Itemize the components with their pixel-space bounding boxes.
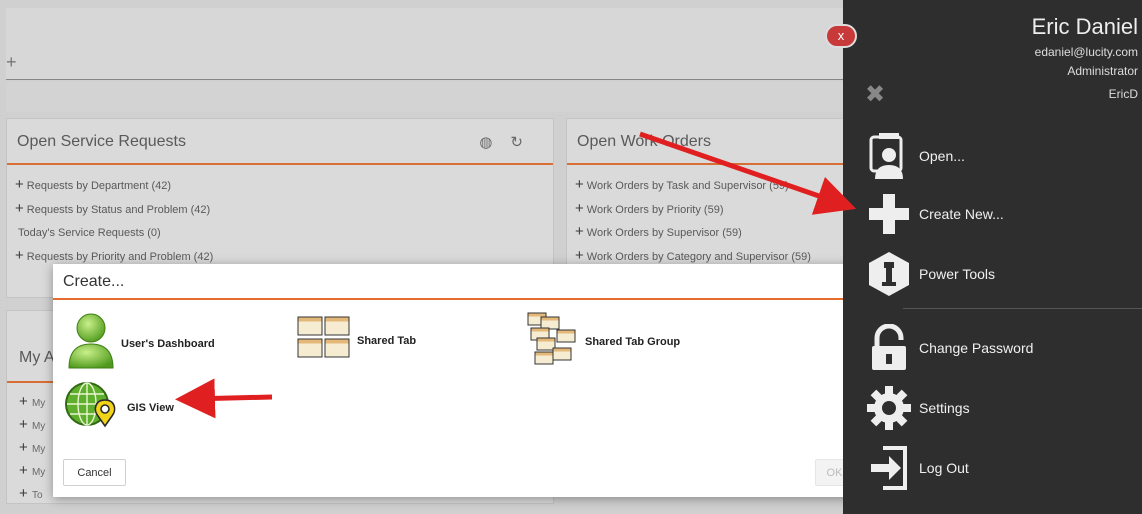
menu-divider [903, 308, 1142, 309]
shared-tab-group-option[interactable]: Shared Tab Group [527, 312, 680, 371]
menu-item-label: Log Out [919, 460, 969, 476]
option-label: User's Dashboard [121, 337, 215, 350]
menu-item-power-tools[interactable]: Power Tools [843, 246, 1142, 302]
menu-item-log-out[interactable]: Log Out [843, 440, 1142, 496]
cancel-button[interactable]: Cancel [63, 459, 126, 486]
user-icon [67, 312, 115, 375]
users-dashboard-option[interactable]: User's Dashboard [67, 312, 215, 375]
folder-user-icon [859, 131, 919, 181]
gear-icon [859, 383, 919, 433]
menu-item-open[interactable]: Open... [843, 128, 1142, 184]
power-tools-icon [859, 249, 919, 299]
option-label: Shared Tab [357, 334, 417, 347]
menu-item-create-new[interactable]: Create New... [843, 186, 1142, 242]
close-menu-button[interactable]: x [825, 24, 857, 48]
shared-tab-icon [297, 316, 351, 365]
option-label: Shared Tab Group [585, 335, 681, 348]
gis-view-option[interactable]: GIS View [65, 380, 174, 435]
user-id: EricD [1108, 87, 1138, 101]
create-dialog: Create... User's Dashboard Shared Tab Sh… [53, 264, 864, 497]
menu-item-change-password[interactable]: Change Password [843, 320, 1142, 376]
user-email: edaniel@lucity.com [1034, 45, 1138, 59]
tools-icon[interactable]: ✖ [865, 80, 885, 109]
lock-icon [859, 323, 919, 373]
logout-icon [859, 443, 919, 493]
option-label: GIS View [127, 401, 174, 414]
user-role: Administrator [1067, 64, 1138, 78]
user-name: Eric Daniel [1031, 14, 1138, 39]
menu-item-label: Power Tools [919, 266, 996, 282]
menu-item-label: Change Password [919, 340, 1034, 356]
dialog-title: Create... [53, 264, 864, 300]
menu-item-settings[interactable]: Settings [843, 380, 1142, 436]
plus-icon [859, 189, 919, 239]
shared-tab-option[interactable]: Shared Tab [297, 316, 416, 365]
menu-item-label: Create New... [919, 206, 1004, 222]
gis-globe-icon [65, 380, 121, 435]
menu-item-label: Settings [919, 400, 970, 416]
user-side-menu: Eric Daniel edaniel@lucity.com Administr… [843, 0, 1142, 514]
shared-tab-group-icon [527, 312, 579, 371]
menu-item-label: Open... [919, 148, 965, 164]
